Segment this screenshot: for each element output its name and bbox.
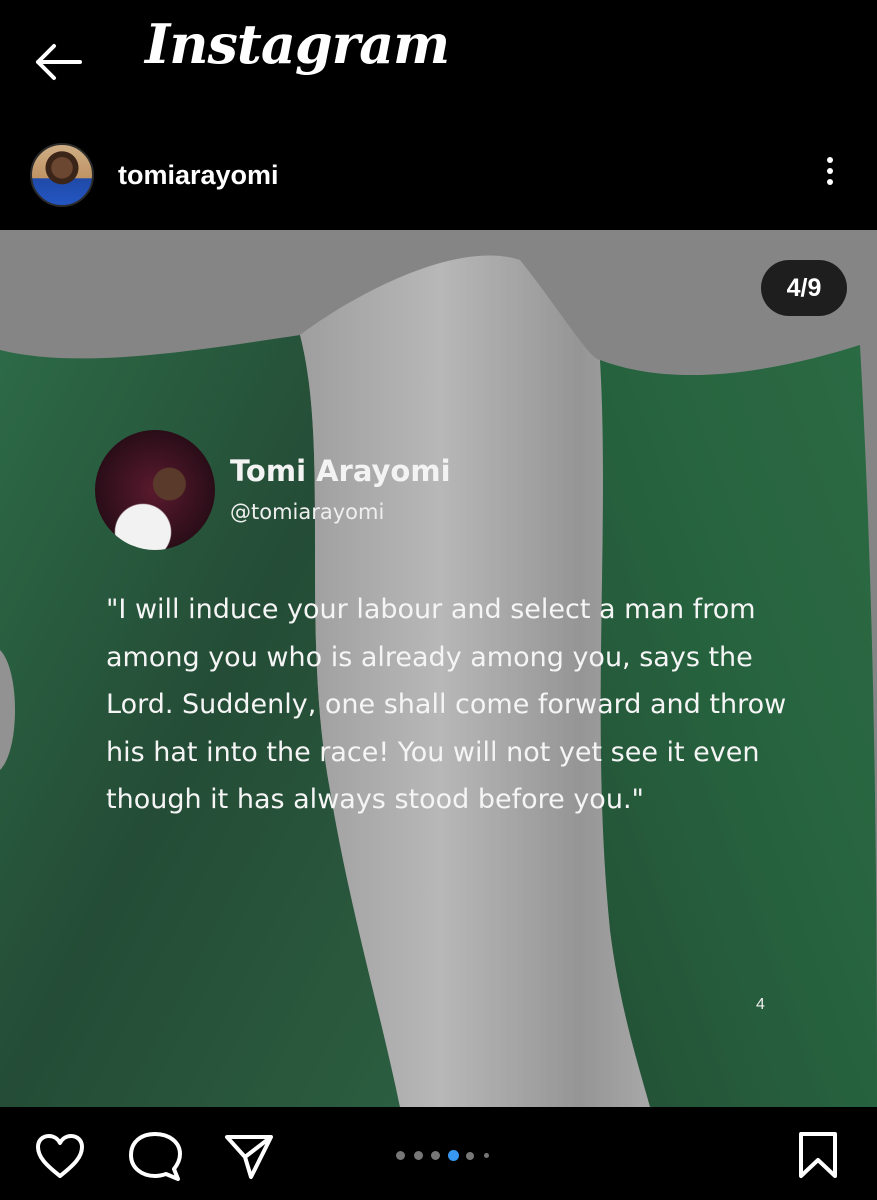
bookmark-icon bbox=[799, 1132, 837, 1178]
author-avatar[interactable] bbox=[30, 143, 94, 207]
like-button[interactable] bbox=[34, 1132, 86, 1184]
slide-counter-badge: 4/9 bbox=[761, 260, 847, 316]
top-app-bar: Instagram bbox=[0, 0, 877, 120]
back-arrow-icon bbox=[36, 44, 82, 80]
app-title: Instagram bbox=[145, 12, 450, 76]
comment-button[interactable] bbox=[128, 1131, 182, 1187]
carousel-dot bbox=[414, 1151, 423, 1160]
post-header: tomiarayomi bbox=[0, 120, 877, 230]
heart-icon bbox=[36, 1134, 84, 1178]
quote-author-handle: @tomiarayomi bbox=[230, 500, 385, 524]
author-username[interactable]: tomiarayomi bbox=[118, 160, 279, 191]
back-button[interactable] bbox=[30, 38, 86, 86]
save-button[interactable] bbox=[797, 1130, 839, 1184]
quote-author-name: Tomi Arayomi bbox=[230, 454, 451, 488]
more-vertical-icon bbox=[827, 157, 833, 163]
carousel-dot bbox=[431, 1151, 440, 1160]
quote-text: "I will induce your labour and select a … bbox=[106, 594, 787, 815]
carousel-dot bbox=[396, 1151, 405, 1160]
quote-author-avatar bbox=[95, 430, 215, 550]
card-page-number: 4 bbox=[756, 996, 765, 1013]
carousel-dot bbox=[448, 1150, 459, 1161]
more-options-button[interactable] bbox=[815, 152, 845, 200]
share-button[interactable] bbox=[223, 1131, 275, 1185]
send-icon bbox=[225, 1135, 273, 1179]
comment-bubble-icon bbox=[129, 1132, 182, 1181]
carousel-dot bbox=[466, 1151, 474, 1160]
carousel-dot bbox=[484, 1153, 489, 1158]
post-media[interactable]: 4/9 Tomi Arayomi @tomiarayomi "I will in… bbox=[0, 230, 877, 1107]
